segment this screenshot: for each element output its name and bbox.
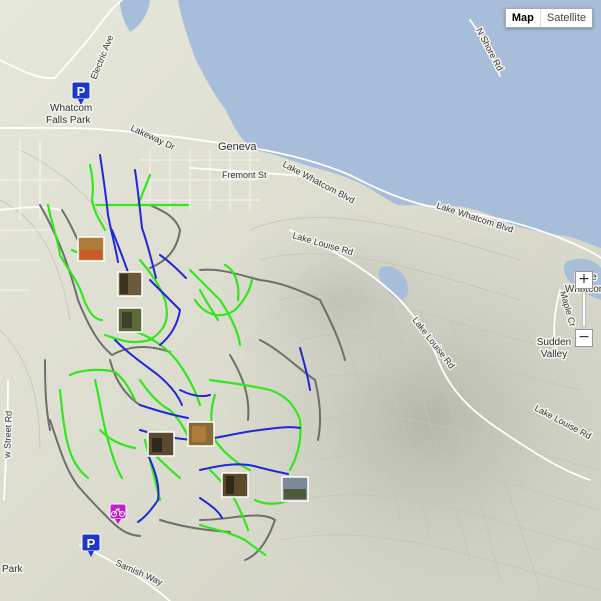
zoom-in-button[interactable]: +: [575, 271, 593, 289]
zoom-control: + −: [575, 271, 593, 347]
zoom-out-button[interactable]: −: [575, 329, 593, 347]
w-street-rd-label: w Street Rd: [2, 411, 14, 459]
svg-text:P: P: [77, 84, 86, 99]
svg-text:P: P: [87, 536, 96, 551]
geneva-label: Geneva: [218, 141, 257, 153]
map-type-map-button[interactable]: Map: [506, 9, 540, 27]
map-type-satellite-button[interactable]: Satellite: [539, 9, 592, 27]
park-label: Whatcom Falls Park: [46, 103, 92, 126]
park-edge-label: Park: [2, 564, 24, 575]
zoom-track[interactable]: [582, 291, 586, 327]
map-type-control: Map Satellite: [504, 8, 593, 28]
fremont-st-label: Fremont St: [222, 170, 267, 180]
mountain-shading-2: [220, 210, 460, 390]
map-canvas[interactable]: P P Whatcom Falls Park Electric Ave Lakew…: [0, 0, 601, 601]
photo-thumbnail: [221, 472, 249, 498]
sudden-valley-label: Sudden Valley: [537, 337, 571, 360]
